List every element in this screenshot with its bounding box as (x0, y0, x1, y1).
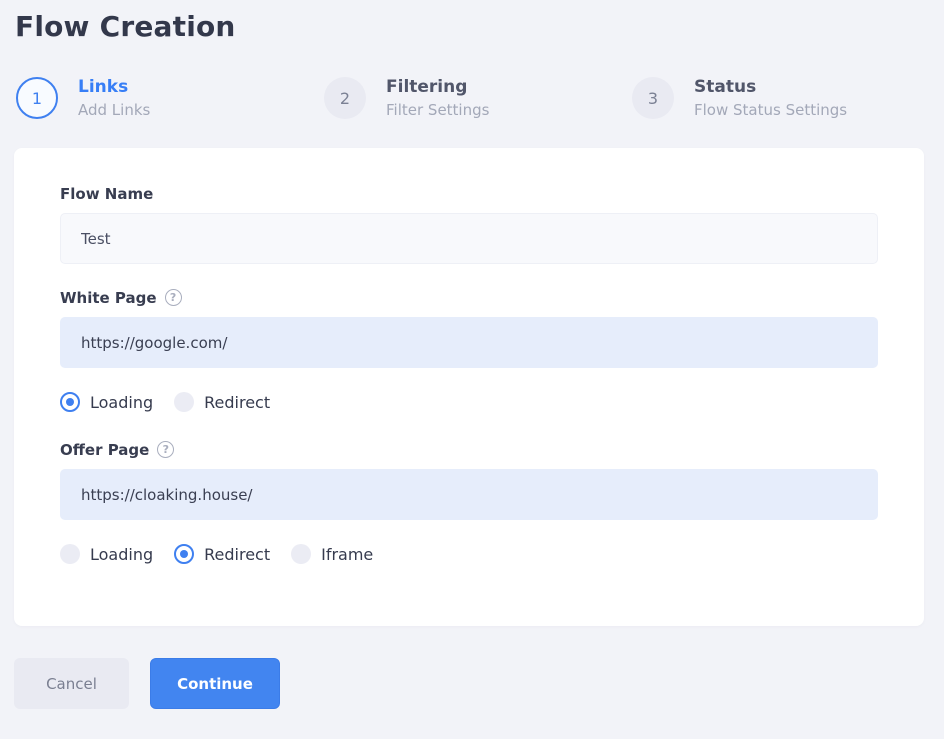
step-1-circle: 1 (16, 77, 58, 119)
offer-page-option-redirect-label: Redirect (204, 545, 270, 564)
offer-page-label: Offer Page ? (60, 441, 878, 458)
white-page-input[interactable] (60, 317, 878, 368)
step-3-title: Status (694, 77, 847, 97)
white-page-option-loading-label: Loading (90, 393, 153, 412)
offer-page-option-iframe-label: Iframe (321, 545, 373, 564)
step-3-circle: 3 (632, 77, 674, 119)
page-title: Flow Creation (15, 10, 944, 43)
white-page-option-redirect[interactable]: Redirect (174, 392, 270, 412)
offer-page-help-icon[interactable]: ? (157, 441, 174, 458)
flow-name-input[interactable] (60, 213, 878, 264)
radio-unselected-icon[interactable] (291, 544, 311, 564)
offer-page-option-loading[interactable]: Loading (60, 544, 153, 564)
step-1-number: 1 (32, 89, 42, 108)
offer-page-option-iframe[interactable]: Iframe (291, 544, 373, 564)
step-1-subtitle: Add Links (78, 101, 150, 119)
white-page-help-icon[interactable]: ? (165, 289, 182, 306)
offer-page-option-redirect[interactable]: Redirect (174, 544, 270, 564)
form-card: Flow Name White Page ? Loading Redirect … (14, 148, 924, 626)
radio-unselected-icon[interactable] (174, 392, 194, 412)
white-page-label-text: White Page (60, 290, 157, 306)
white-page-option-loading[interactable]: Loading (60, 392, 153, 412)
step-3-subtitle: Flow Status Settings (694, 101, 847, 119)
cancel-button[interactable]: Cancel (14, 658, 129, 709)
offer-page-input[interactable] (60, 469, 878, 520)
radio-unselected-icon[interactable] (60, 544, 80, 564)
step-item-links[interactable]: 1 Links Add Links (16, 77, 324, 119)
continue-button[interactable]: Continue (150, 658, 280, 709)
step-3-number: 3 (648, 89, 658, 108)
step-2-number: 2 (340, 89, 350, 108)
radio-selected-icon[interactable] (174, 544, 194, 564)
offer-page-option-loading-label: Loading (90, 545, 153, 564)
white-page-option-redirect-label: Redirect (204, 393, 270, 412)
offer-page-label-text: Offer Page (60, 442, 149, 458)
step-2-subtitle: Filter Settings (386, 101, 489, 119)
white-page-type-radio-group: Loading Redirect (60, 392, 878, 412)
radio-selected-icon[interactable] (60, 392, 80, 412)
step-2-title: Filtering (386, 77, 489, 97)
step-item-filtering[interactable]: 2 Filtering Filter Settings (324, 77, 632, 119)
offer-page-type-radio-group: Loading Redirect Iframe (60, 544, 878, 564)
flow-name-label: Flow Name (60, 186, 878, 202)
stepper: 1 Links Add Links 2 Filtering Filter Set… (0, 77, 944, 119)
form-actions: Cancel Continue (14, 658, 944, 709)
step-2-circle: 2 (324, 77, 366, 119)
white-page-label: White Page ? (60, 289, 878, 306)
step-1-title: Links (78, 77, 150, 97)
step-item-status[interactable]: 3 Status Flow Status Settings (632, 77, 940, 119)
flow-name-label-text: Flow Name (60, 186, 153, 202)
